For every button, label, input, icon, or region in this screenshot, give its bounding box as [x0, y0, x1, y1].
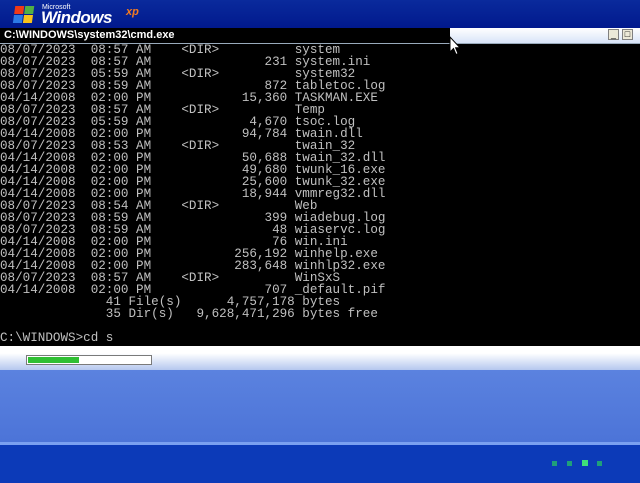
- console-line: 35 Dir(s) 9,628,471,296 bytes free: [0, 307, 378, 321]
- titlebar-dark-section: C:\WINDOWS\system32\cmd.exe: [0, 28, 450, 43]
- titlebar-light-section: _ □: [450, 28, 640, 43]
- xp-bottom-bar: [0, 442, 640, 483]
- maximize-button[interactable]: □: [622, 29, 633, 40]
- pager-dot: [567, 461, 572, 466]
- cmd-window-titlebar[interactable]: C:\WINDOWS\system32\cmd.exe _ □: [0, 28, 640, 44]
- setup-progress-bar: [26, 355, 152, 365]
- logo-xp-text: xp: [126, 6, 139, 18]
- progress-fill: [28, 357, 79, 363]
- setup-backdrop-panel: [0, 370, 640, 442]
- command-prompt-line: C:\WINDOWS>cd s: [0, 331, 114, 345]
- xp-top-bar: Microsoft Windows xp: [0, 0, 640, 30]
- windows-flag-icon: [12, 6, 36, 24]
- mouse-pointer-icon: [449, 36, 461, 56]
- pager-dot: [552, 461, 557, 466]
- pager-dot: [582, 460, 588, 466]
- cmd-console-output[interactable]: 08/07/2023 08:57 AM <DIR> system 08/07/20…: [0, 44, 640, 346]
- logo-windows-text: Windows: [41, 8, 112, 27]
- minimize-button[interactable]: _: [608, 29, 619, 40]
- pager-dot: [597, 461, 602, 466]
- windows-xp-logo: Microsoft Windows xp: [12, 2, 164, 28]
- window-title: C:\WINDOWS\system32\cmd.exe: [4, 29, 175, 41]
